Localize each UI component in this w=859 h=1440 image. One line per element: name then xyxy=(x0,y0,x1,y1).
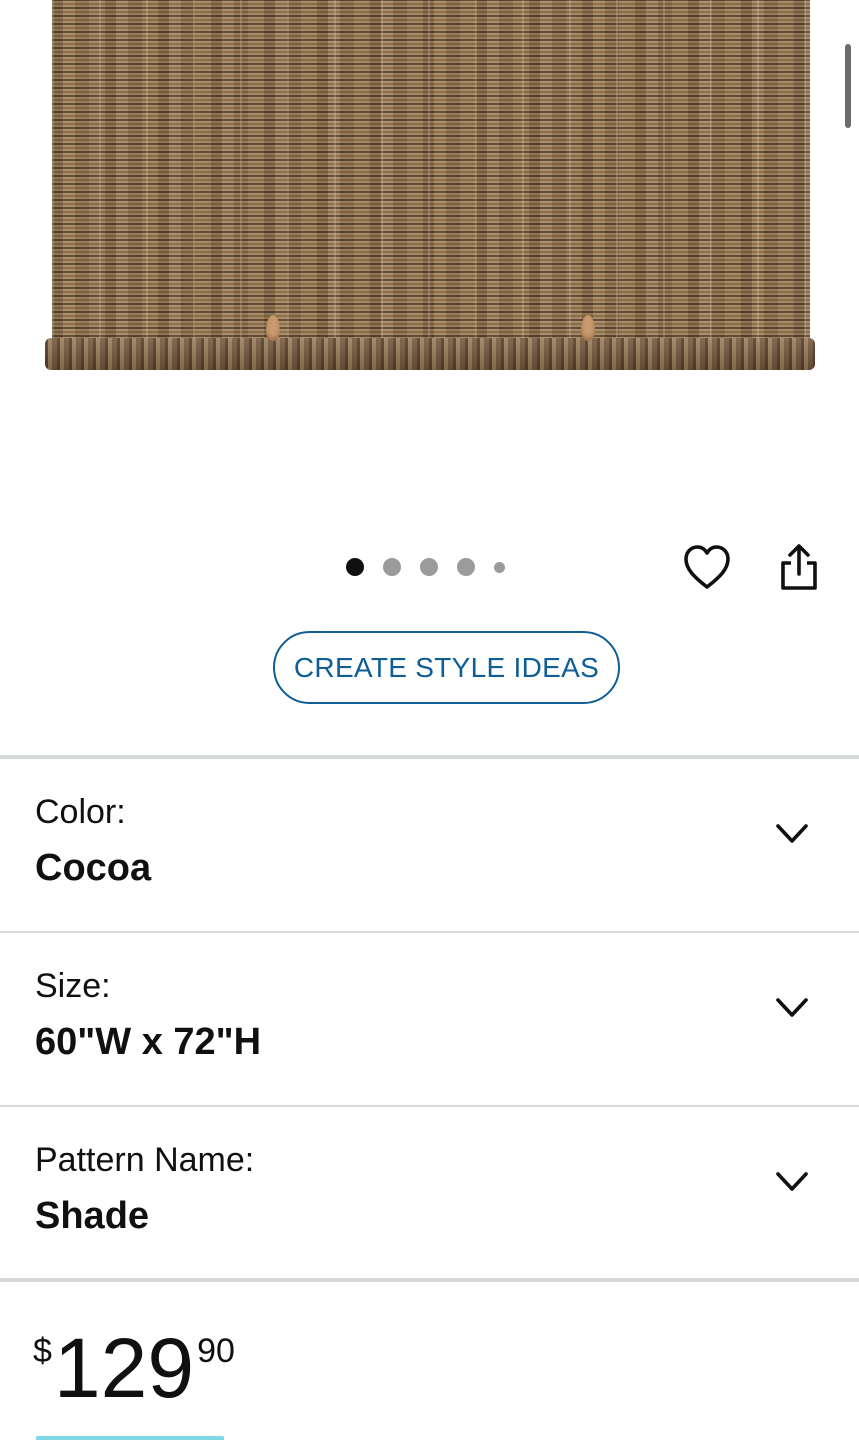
shade-toggle-right xyxy=(581,315,595,341)
section-divider xyxy=(0,1278,859,1282)
shade-toggle-left xyxy=(266,315,280,341)
chevron-down-icon xyxy=(776,824,808,843)
pagination-dot-2[interactable] xyxy=(383,558,401,576)
scrollbar-thumb[interactable] xyxy=(845,44,851,128)
color-value: Cocoa xyxy=(35,847,152,889)
shade-bottom-roll xyxy=(45,338,815,370)
pagination-dot-3[interactable] xyxy=(420,558,438,576)
pattern-selector[interactable]: Pattern Name: Shade xyxy=(0,1107,859,1279)
price-fraction: 90 xyxy=(197,1332,235,1370)
deal-badge xyxy=(36,1436,224,1440)
chevron-down-icon xyxy=(776,998,808,1017)
price-whole: 129 xyxy=(53,1321,195,1415)
size-label: Size: xyxy=(35,967,111,1005)
heart-outline-icon xyxy=(684,545,730,589)
image-pagination-dots[interactable] xyxy=(346,558,505,576)
size-selector[interactable]: Size: 60"W x 72"H xyxy=(0,933,859,1105)
price: $ 129 90 xyxy=(33,1318,235,1418)
wishlist-button[interactable] xyxy=(680,541,734,595)
color-label: Color: xyxy=(35,793,126,831)
chevron-down-icon xyxy=(776,1172,808,1191)
pagination-dot-1[interactable] xyxy=(346,558,364,576)
share-button[interactable] xyxy=(772,541,826,595)
bamboo-shade-image xyxy=(52,0,810,345)
product-image[interactable] xyxy=(0,0,859,530)
size-value: 60"W x 72"H xyxy=(35,1021,262,1063)
create-style-ideas-button[interactable]: CREATE STYLE IDEAS xyxy=(273,631,620,704)
pagination-dot-4[interactable] xyxy=(457,558,475,576)
price-currency-symbol: $ xyxy=(33,1332,52,1370)
pattern-value: Shade xyxy=(35,1195,150,1237)
pagination-dot-5[interactable] xyxy=(494,561,505,573)
pattern-label: Pattern Name: xyxy=(35,1141,255,1179)
share-icon xyxy=(781,544,817,590)
color-selector[interactable]: Color: Cocoa xyxy=(0,759,859,931)
